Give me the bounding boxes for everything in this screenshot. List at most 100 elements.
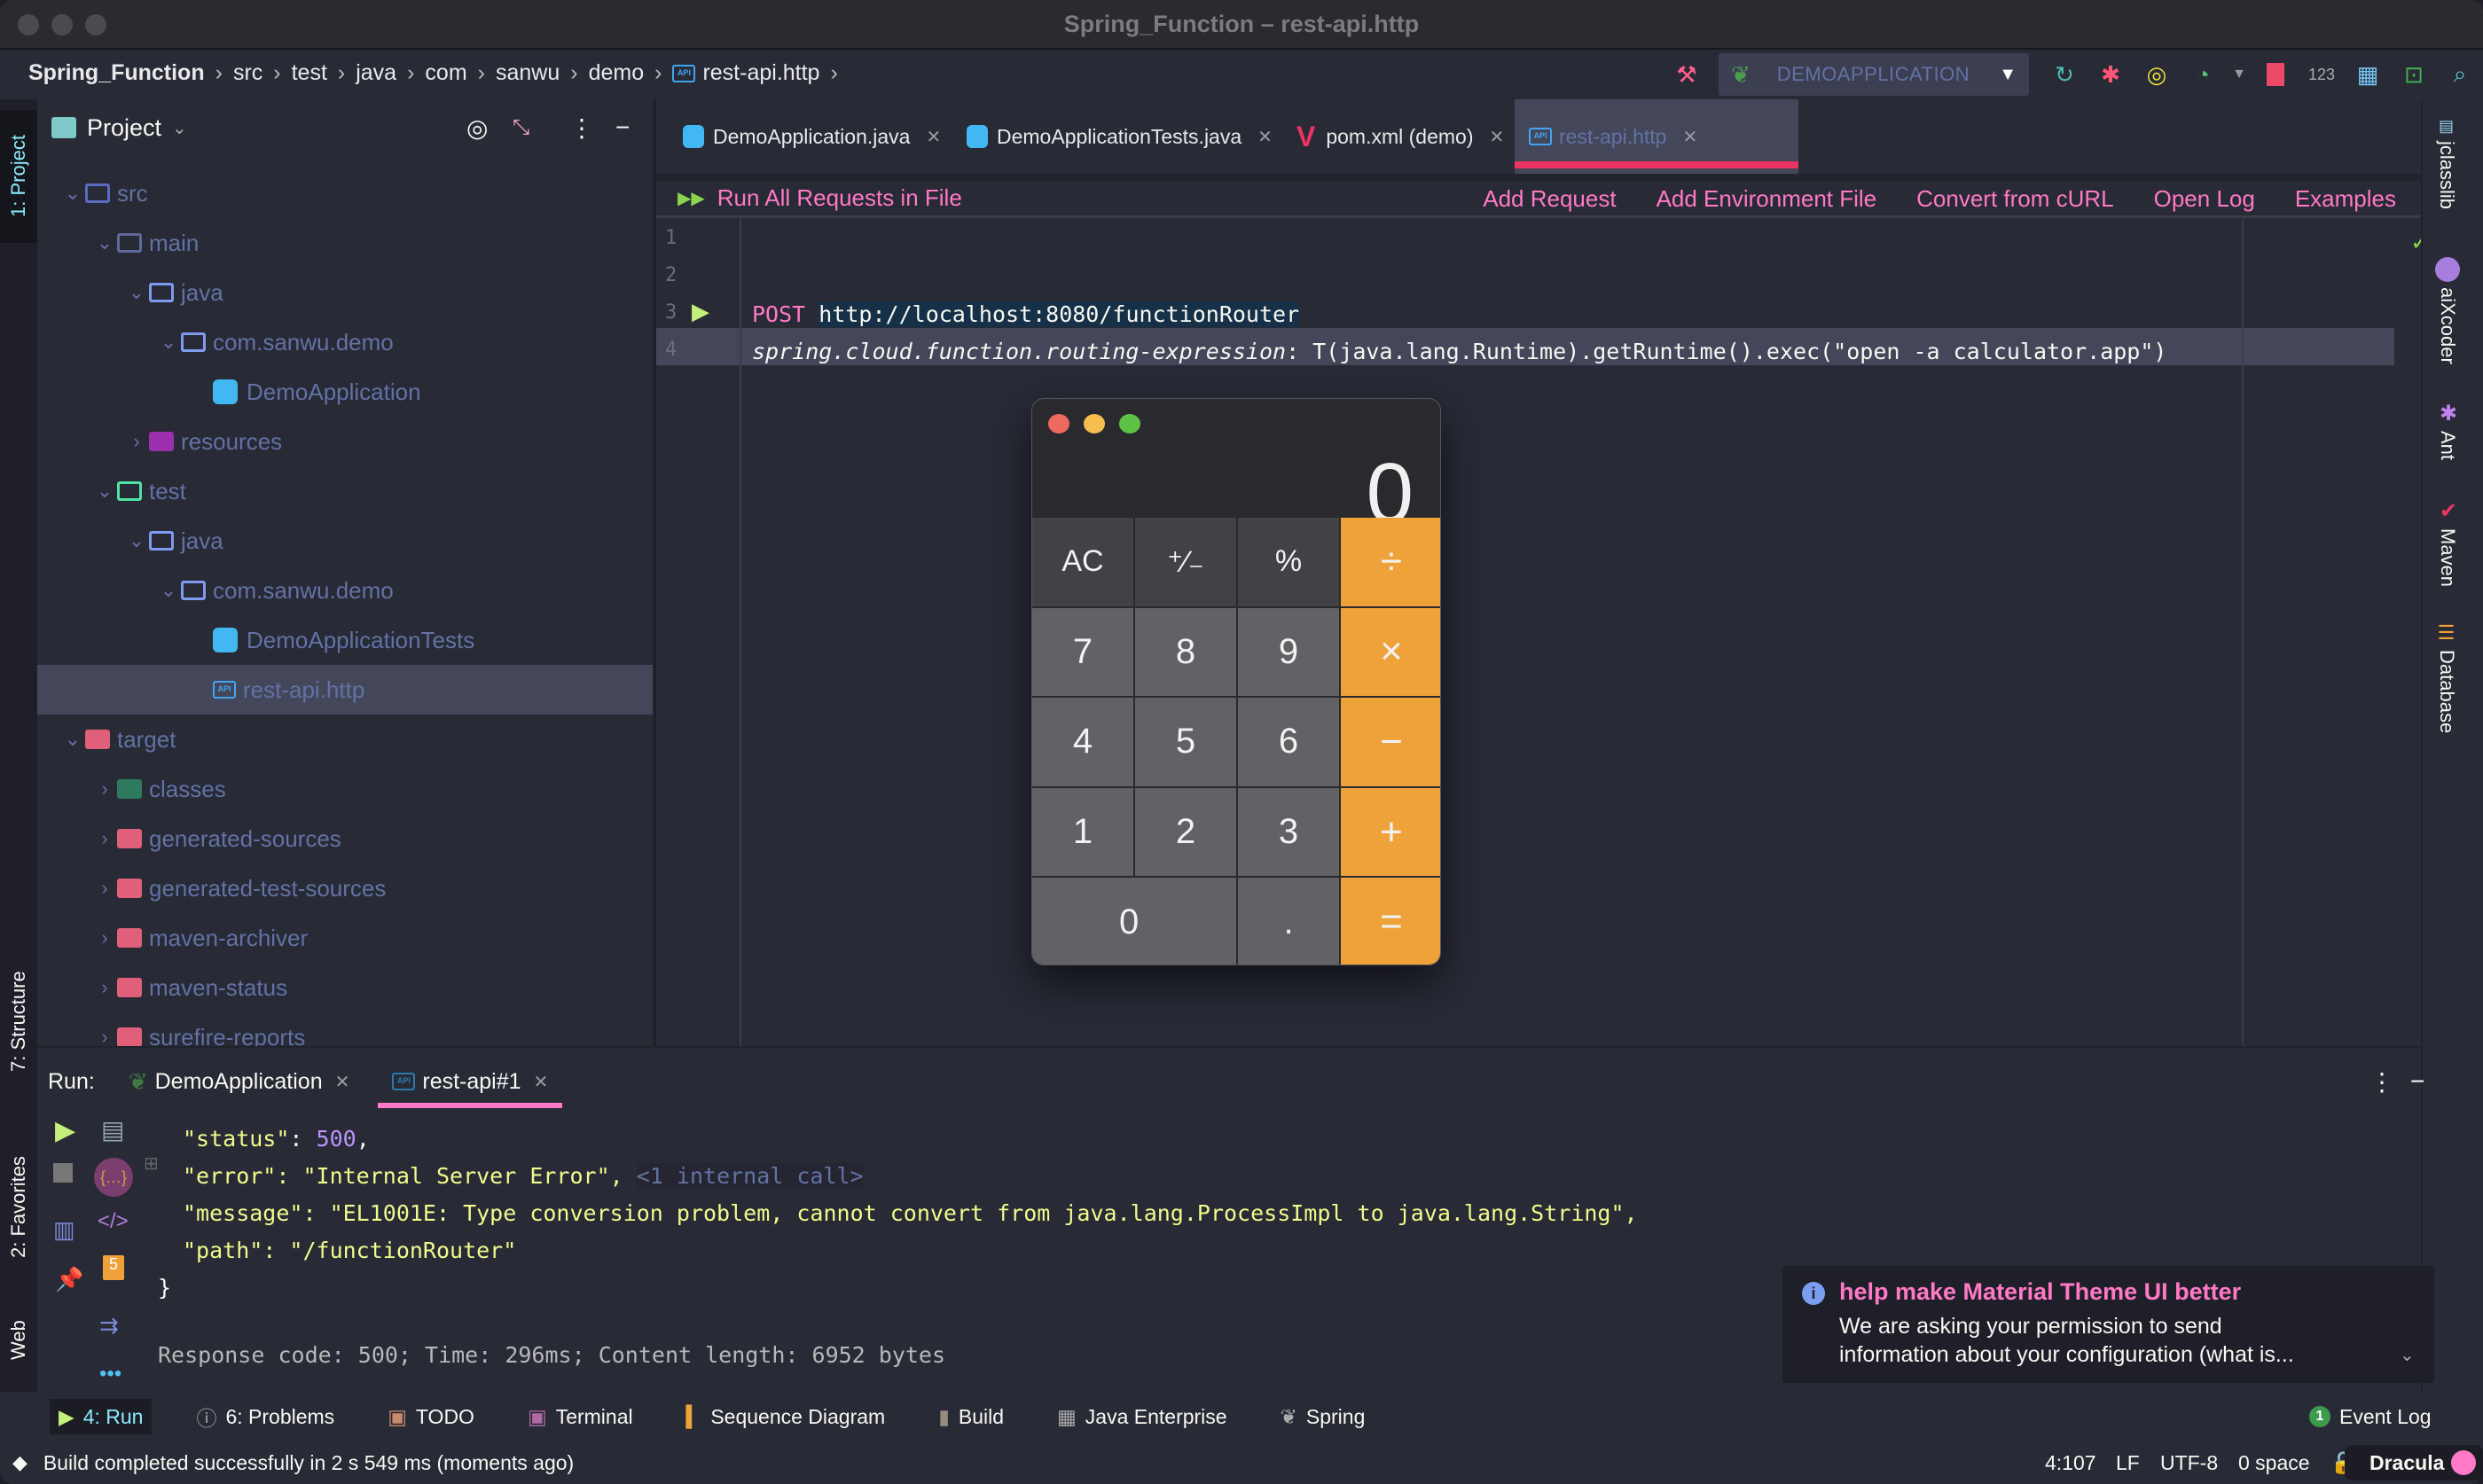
- more-actions-icon[interactable]: •••: [99, 1362, 121, 1386]
- close-tab-icon[interactable]: ✕: [1682, 126, 1697, 148]
- tree-item[interactable]: ⌄ java: [37, 268, 653, 317]
- add-environment-file-link[interactable]: Add Environment File: [1657, 185, 1877, 213]
- calc-key[interactable]: −: [1341, 698, 1440, 786]
- convert-from-curl-link[interactable]: Convert from cURL: [1916, 185, 2114, 213]
- close-tab-icon[interactable]: ✕: [335, 1071, 350, 1093]
- notification-title[interactable]: help make Material Theme UI better: [1839, 1278, 2241, 1306]
- tree-item[interactable]: › maven-archiver: [37, 913, 653, 963]
- tab-ant[interactable]: ✱ Ant: [2435, 401, 2460, 460]
- calc-key[interactable]: 3: [1238, 787, 1339, 877]
- chevron-right-icon[interactable]: ›: [92, 976, 117, 999]
- event-log-button[interactable]: 1 Event Log: [2300, 1399, 2440, 1434]
- tool-tab-terminal[interactable]: ▣ Terminal: [519, 1399, 642, 1434]
- tab-favorites[interactable]: 2: Favorites: [0, 1136, 37, 1278]
- tree-item[interactable]: › generated-test-sources: [37, 863, 653, 913]
- run-tab-demoapplication[interactable]: ❦ DemoApplication ✕: [129, 1048, 350, 1115]
- tab-database[interactable]: ☰ Database: [2435, 622, 2458, 733]
- collapse-all-icon[interactable]: ⤡: [513, 115, 529, 140]
- tree-item[interactable]: › classes: [37, 764, 653, 814]
- tool-tab-problems[interactable]: ⓘ 6: Problems: [187, 1399, 343, 1434]
- indent-setting[interactable]: 0 space: [2238, 1451, 2310, 1475]
- tab-maven[interactable]: ✔ Maven: [2435, 498, 2460, 587]
- tree-item[interactable]: DemoApplication: [37, 367, 653, 417]
- tab-structure[interactable]: 7: Structure: [0, 950, 37, 1092]
- tool-tab-build[interactable]: ▮ Build: [929, 1399, 1013, 1434]
- chevron-right-icon[interactable]: ›: [92, 926, 117, 949]
- tab-rest-api-http[interactable]: API rest-api.http ✕: [1515, 99, 1798, 174]
- dropdown-arrow-icon[interactable]: ▼: [2228, 54, 2250, 95]
- calc-key[interactable]: ×: [1341, 607, 1440, 697]
- run-all-requests-button[interactable]: ▶▶ Run All Requests in File: [678, 184, 962, 212]
- tab-jclasslib[interactable]: ▤ jclasslib: [2435, 117, 2458, 209]
- build-hammer-icon[interactable]: ⚒: [1666, 54, 1707, 95]
- terminal-icon[interactable]: ⊡: [2393, 54, 2434, 95]
- calc-key[interactable]: ⁺∕₋: [1135, 518, 1236, 606]
- close-tab-icon[interactable]: ✕: [1490, 126, 1505, 148]
- tree-item[interactable]: ⌄ src: [37, 168, 653, 218]
- tree-item[interactable]: ⌄ com.sanwu.demo: [37, 566, 653, 615]
- chevron-right-icon[interactable]: ›: [92, 827, 117, 850]
- stop-icon[interactable]: [53, 1163, 73, 1183]
- tool-tab-spring[interactable]: ❦ Spring: [1272, 1399, 1375, 1434]
- calc-key[interactable]: 1: [1032, 787, 1133, 877]
- breadcrumb-item[interactable]: demo: [589, 60, 645, 86]
- minimize-window-button[interactable]: [1084, 414, 1105, 433]
- tree-item[interactable]: API rest-api.http: [37, 665, 653, 715]
- chevron-down-icon[interactable]: ⌄: [156, 579, 181, 602]
- examples-link[interactable]: Examples: [2295, 185, 2396, 213]
- status-message[interactable]: Build completed successfully in 2 s 549 …: [43, 1451, 574, 1475]
- tree-item[interactable]: › generated-sources: [37, 814, 653, 863]
- chevron-down-icon[interactable]: ⌄: [124, 281, 149, 304]
- theme-switcher[interactable]: Dracula: [2345, 1445, 2483, 1480]
- tree-item[interactable]: ⌄ java: [37, 516, 653, 566]
- calc-key[interactable]: .: [1238, 878, 1339, 965]
- calc-key[interactable]: +: [1341, 787, 1440, 877]
- calc-key[interactable]: 5: [1135, 698, 1236, 786]
- json-format-icon[interactable]: {…}: [94, 1158, 133, 1197]
- numbers-icon[interactable]: 123: [2301, 54, 2342, 95]
- tree-item[interactable]: ⌄ com.sanwu.demo: [37, 317, 653, 367]
- calc-key[interactable]: 4: [1032, 698, 1133, 786]
- code-icon[interactable]: </>: [98, 1209, 129, 1234]
- tree-item[interactable]: › maven-status: [37, 963, 653, 1012]
- stop-icon[interactable]: [2255, 54, 2296, 95]
- tab-web[interactable]: Web: [0, 1305, 37, 1376]
- tab-demoapplicationtests-java[interactable]: DemoApplicationTests.java ✕: [952, 99, 1287, 174]
- close-tab-icon[interactable]: ✕: [534, 1071, 549, 1093]
- calc-key[interactable]: 0: [1032, 878, 1236, 965]
- calc-key[interactable]: 9: [1238, 607, 1339, 697]
- tool-tab-run[interactable]: ▶ 4: Run: [50, 1399, 153, 1434]
- tab-aixcoder[interactable]: aiXcoder: [2435, 257, 2460, 364]
- calc-key[interactable]: 2: [1135, 787, 1236, 877]
- tool-tab-sequence-diagram[interactable]: ▍ Sequence Diagram: [678, 1399, 895, 1434]
- layout-icon[interactable]: ▦: [2347, 54, 2388, 95]
- calc-key[interactable]: =: [1341, 878, 1440, 965]
- breadcrumb-item[interactable]: src: [233, 60, 262, 86]
- chevron-down-icon[interactable]: ⌄: [92, 480, 117, 503]
- chevron-down-icon[interactable]: ⌄: [156, 331, 181, 354]
- breadcrumb-item[interactable]: Spring_Function: [28, 60, 205, 86]
- tree-item[interactable]: › resources: [37, 417, 653, 466]
- rerun-icon[interactable]: ↻: [2044, 54, 2085, 95]
- breadcrumb-item[interactable]: test: [292, 60, 327, 86]
- run-with-coverage-icon[interactable]: ◎: [2136, 54, 2177, 95]
- tab-pom-xml[interactable]: V pom.xml (demo) ✕: [1282, 99, 1518, 174]
- calc-key[interactable]: ÷: [1341, 518, 1440, 606]
- hide-panel-icon[interactable]: −: [2410, 1067, 2424, 1096]
- expand-chevron-icon[interactable]: ⌄: [2400, 1344, 2415, 1366]
- tab-project[interactable]: 1: Project: [0, 110, 37, 243]
- chevron-down-icon[interactable]: ⌄: [172, 117, 187, 139]
- pin-icon[interactable]: 📌: [55, 1266, 83, 1293]
- hide-panel-icon[interactable]: −: [615, 113, 630, 142]
- tree-item[interactable]: ⌄ test: [37, 466, 653, 516]
- code-editor[interactable]: 1 2 3 4 ▶ POST http://localhost:8080/fun…: [656, 218, 2421, 1046]
- run-tab-rest-api-1[interactable]: API rest-api#1 ✕: [378, 1048, 563, 1115]
- close-tab-icon[interactable]: ✕: [926, 126, 941, 148]
- chevron-down-icon[interactable]: ⌄: [60, 728, 85, 751]
- locate-file-icon[interactable]: ◎: [466, 113, 488, 143]
- tree-item[interactable]: ⌄ target: [37, 715, 653, 764]
- chevron-down-icon[interactable]: ⌄: [92, 231, 117, 254]
- breadcrumb-item[interactable]: java: [356, 60, 396, 86]
- calc-key[interactable]: AC: [1032, 518, 1133, 606]
- calc-key[interactable]: 6: [1238, 698, 1339, 786]
